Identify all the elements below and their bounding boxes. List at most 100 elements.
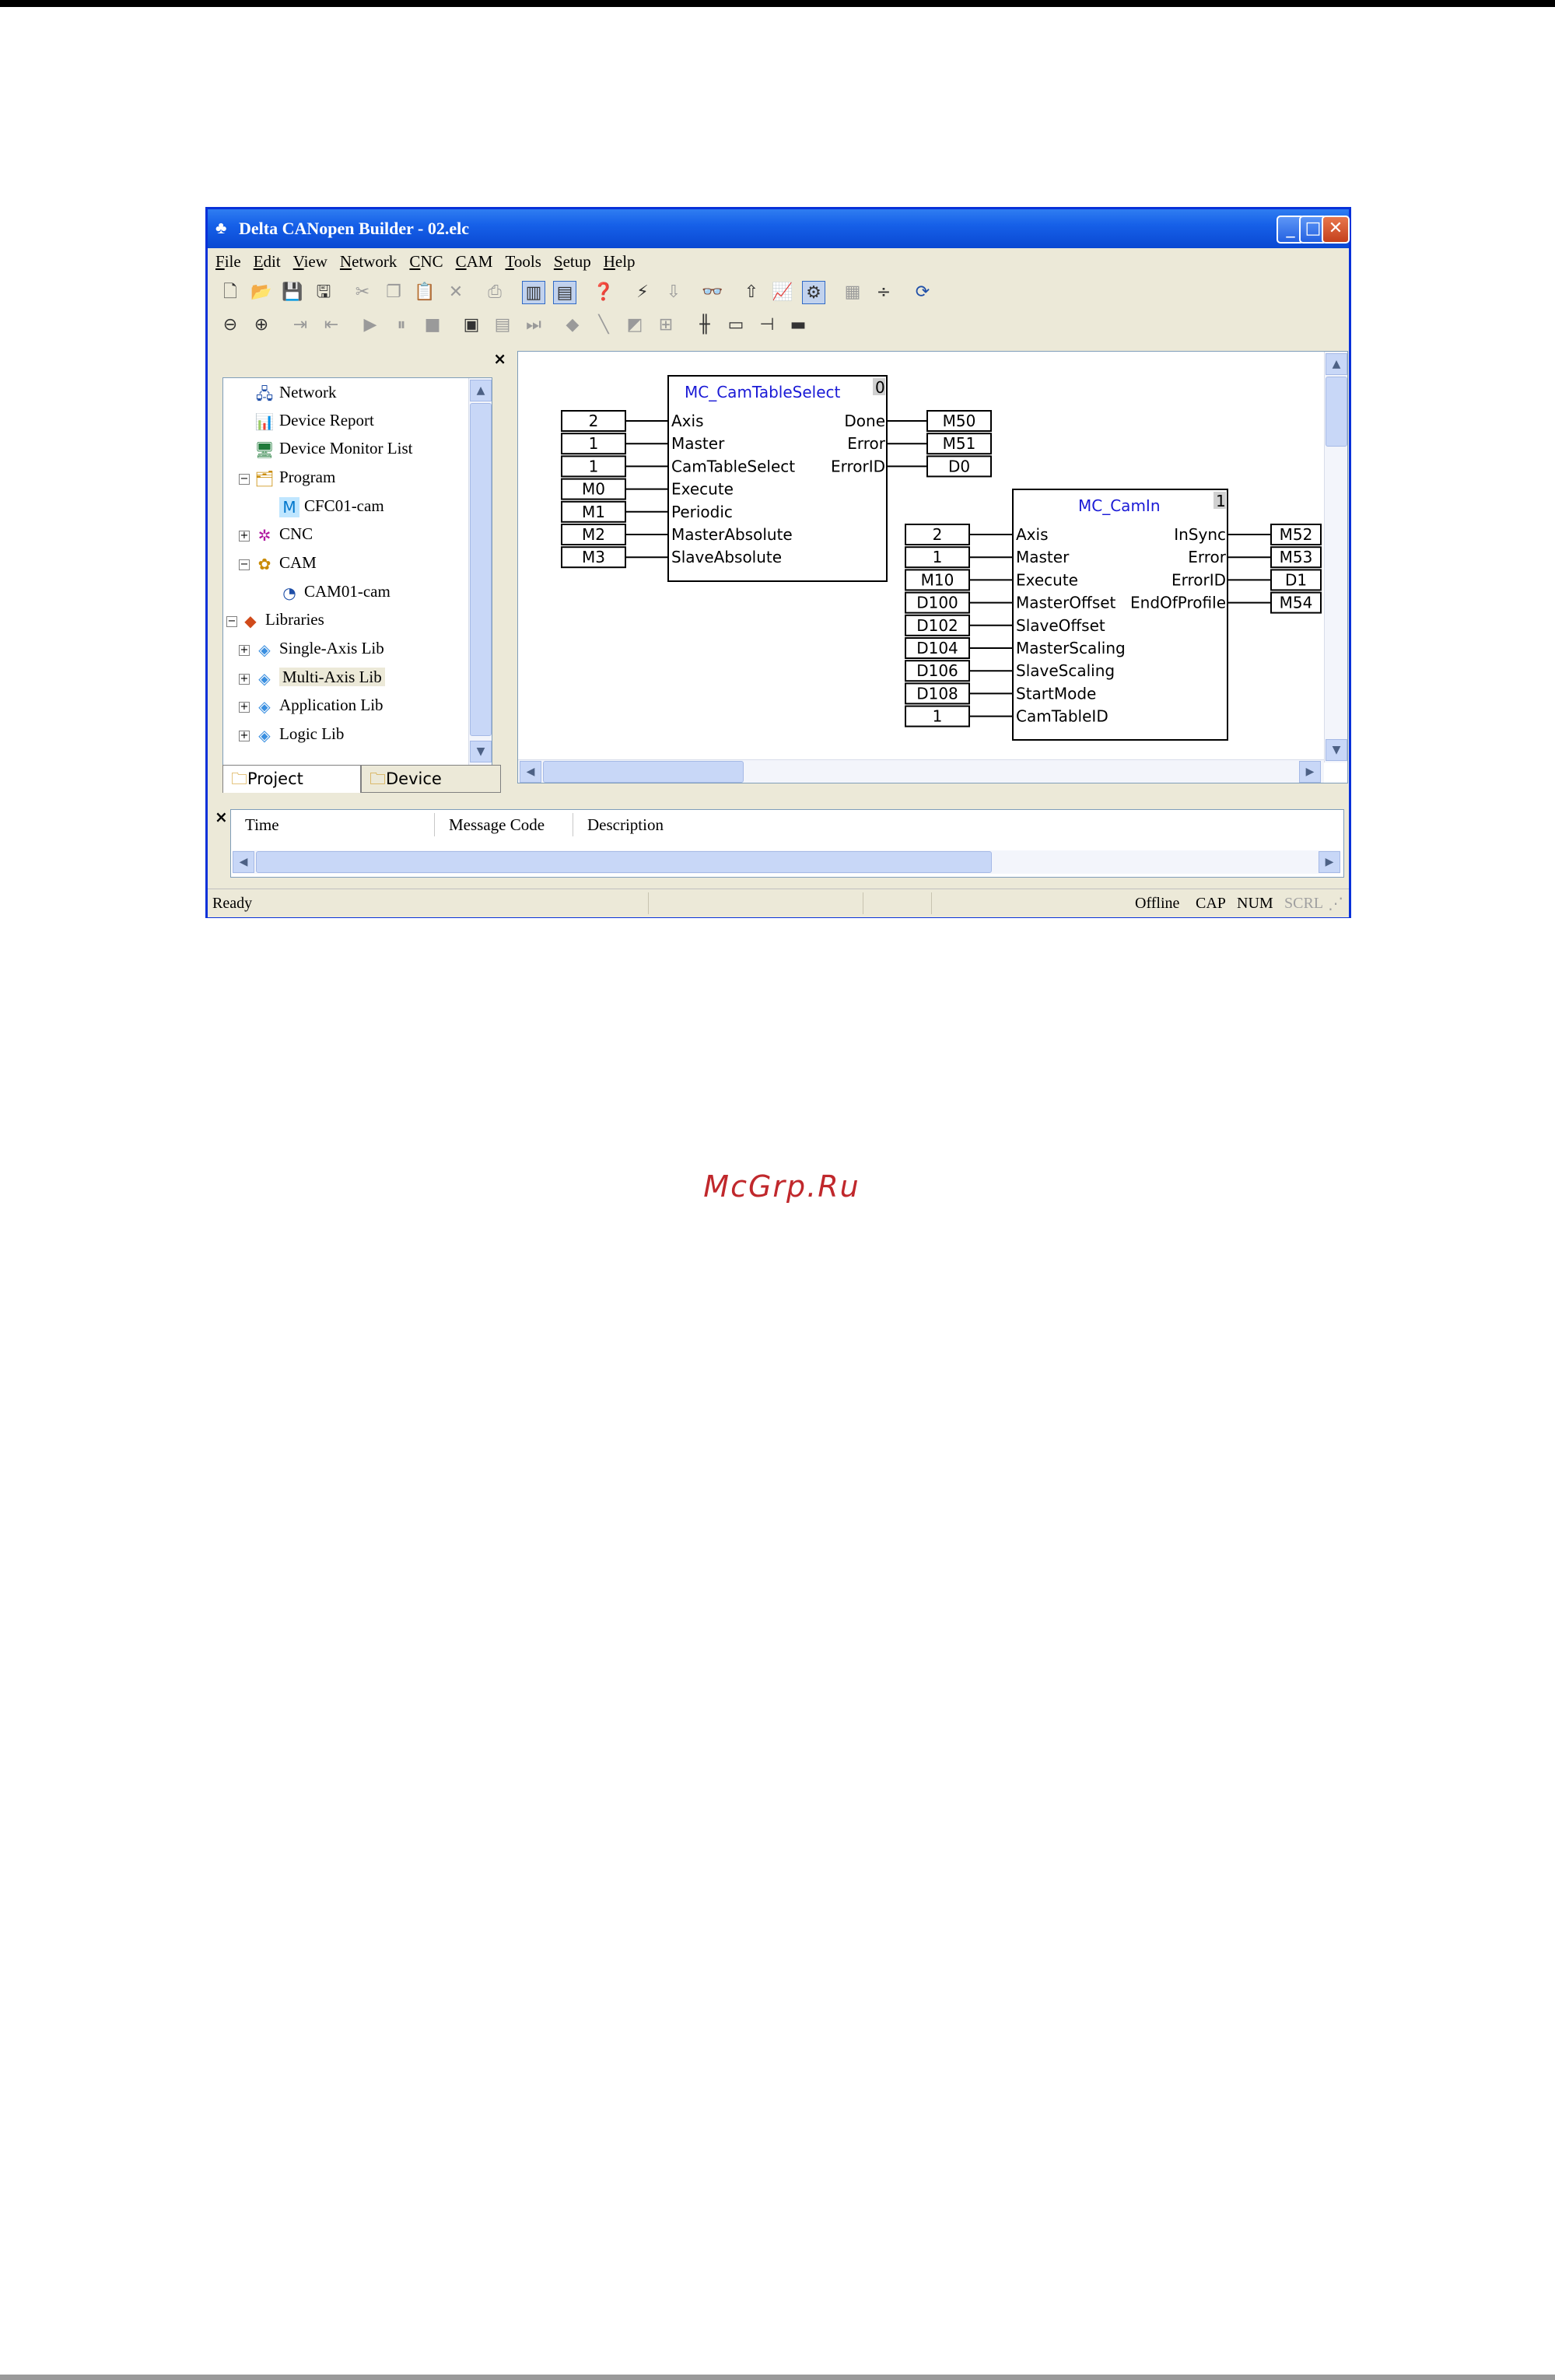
- title-bar[interactable]: ♣ Delta CANopen Builder - 02.elc _ □ ✕: [208, 209, 1350, 248]
- properties-icon[interactable]: ▤: [491, 314, 514, 337]
- tree-scrollbar[interactable]: ▲ ▼: [468, 378, 492, 765]
- tab-project[interactable]: 🗀Project: [222, 765, 361, 793]
- stop-icon[interactable]: ■: [421, 314, 444, 337]
- message-hscroll-thumb[interactable]: [256, 851, 992, 873]
- expander-libraries[interactable]: −: [226, 616, 237, 627]
- tree-item-cam01-cam[interactable]: ◔ CAM01-cam: [279, 580, 391, 603]
- expander-cnc[interactable]: +: [239, 531, 250, 542]
- pause-icon[interactable]: ⏸: [390, 314, 413, 337]
- menu-cnc[interactable]: CNC: [409, 248, 443, 275]
- col-time[interactable]: Time: [231, 813, 435, 836]
- tree-item-application-lib[interactable]: ◈ Application Lib: [254, 693, 383, 717]
- menu-setup[interactable]: Setup: [554, 248, 591, 275]
- curve-icon[interactable]: ◩: [623, 314, 646, 337]
- save-all-icon[interactable]: 🖫: [312, 281, 335, 304]
- tab-device[interactable]: 🗀Device: [361, 765, 501, 793]
- tree-item-single-axis-lib[interactable]: ◈ Single-Axis Lib: [254, 636, 383, 660]
- bottom-rule: [0, 2375, 1555, 2380]
- expander-program[interactable]: −: [239, 474, 250, 485]
- step-out-icon[interactable]: ⇤: [320, 314, 343, 337]
- cut-icon[interactable]: ✂: [351, 281, 374, 304]
- diagram-canvas[interactable]: MC_CamTableSelect 0 Axis 2 Master 1 CamTable…: [517, 351, 1348, 783]
- open-folder-icon[interactable]: 📂: [250, 281, 273, 304]
- menu-tools[interactable]: Tools: [505, 248, 541, 275]
- canvas-scroll-down-icon[interactable]: ▼: [1326, 739, 1347, 761]
- tree-scroll-thumb[interactable]: [470, 403, 492, 736]
- expander-multi-axis[interactable]: +: [239, 674, 250, 685]
- canvas-hscroll-thumb[interactable]: [543, 761, 744, 783]
- copy-icon[interactable]: ❐: [382, 281, 405, 304]
- tree-item-program[interactable]: 🗂 Program: [254, 465, 335, 489]
- canvas-hscrollbar[interactable]: ◀ ▶: [518, 759, 1324, 783]
- connector-c-icon[interactable]: ⊣: [755, 314, 779, 337]
- expander-logic[interactable]: +: [239, 731, 250, 741]
- step-next-icon[interactable]: ⏭: [522, 314, 545, 337]
- expander-cam[interactable]: −: [239, 559, 250, 570]
- menu-view[interactable]: View: [293, 248, 327, 275]
- run-icon[interactable]: ▶: [359, 314, 382, 337]
- tree-item-libraries[interactable]: ◆ Libraries: [240, 608, 324, 631]
- point-icon[interactable]: ◆: [561, 314, 584, 337]
- new-file-icon[interactable]: 🗋: [219, 281, 242, 304]
- layout-panel-icon[interactable]: ▥: [522, 281, 545, 304]
- canvas-scroll-up-icon[interactable]: ▲: [1326, 353, 1347, 375]
- tree-item-cam[interactable]: ✿ CAM: [254, 551, 317, 574]
- paste-icon[interactable]: 📋: [413, 281, 436, 304]
- tree-item-device-monitor-list[interactable]: 🖥 Device Monitor List: [254, 436, 412, 460]
- menu-cam[interactable]: CAM: [456, 248, 493, 275]
- col-message-code[interactable]: Message Code: [435, 813, 573, 836]
- tree-item-cfc01-cam[interactable]: M CFC01-cam: [279, 494, 384, 518]
- print-icon[interactable]: ⎙: [483, 281, 506, 304]
- message-close-icon[interactable]: ×: [215, 808, 228, 826]
- chart-icon[interactable]: 📈: [771, 281, 794, 304]
- tree-item-cnc[interactable]: ✲ CNC: [254, 522, 313, 545]
- grid-icon[interactable]: ⊞: [654, 314, 678, 337]
- canvas-vscrollbar[interactable]: ▲ ▼: [1324, 352, 1347, 762]
- line-icon[interactable]: ╲: [592, 314, 615, 337]
- tree-item-network[interactable]: 🖧 Network: [254, 380, 337, 404]
- insert-block-icon[interactable]: ▣: [460, 314, 483, 337]
- message-scroll-right-icon[interactable]: ▶: [1319, 851, 1340, 873]
- zoom-in-icon[interactable]: ⊕: [250, 314, 273, 337]
- table-icon[interactable]: ▦: [841, 281, 864, 304]
- connector-d-icon[interactable]: ▬: [786, 314, 810, 337]
- upload-icon[interactable]: ⇧: [740, 281, 763, 304]
- connector-b-icon[interactable]: ▭: [724, 314, 748, 337]
- message-panel-icon[interactable]: ▤: [553, 281, 576, 304]
- zoom-out-icon[interactable]: ⊖: [219, 314, 242, 337]
- message-hscrollbar[interactable]: ◀ ▶: [233, 850, 1340, 874]
- tree-item-logic-lib[interactable]: ◈ Logic Lib: [254, 722, 344, 745]
- help-icon[interactable]: ❓: [592, 281, 615, 304]
- monitor-glasses-icon[interactable]: 👓: [701, 281, 724, 304]
- tree-item-multi-axis-lib[interactable]: ◈ Multi-Axis Lib: [254, 665, 385, 689]
- resize-grip-icon[interactable]: ⋰: [1328, 891, 1343, 916]
- close-button[interactable]: ✕: [1322, 216, 1350, 244]
- save-icon[interactable]: 💾: [281, 281, 304, 304]
- menu-help[interactable]: Help: [604, 248, 636, 275]
- monitor-icon: 🖥: [254, 440, 275, 460]
- panel-close-icon[interactable]: ×: [493, 349, 506, 368]
- menu-file[interactable]: File: [215, 248, 241, 275]
- message-scroll-left-icon[interactable]: ◀: [233, 851, 254, 873]
- camtableselect-value: 1: [589, 457, 599, 475]
- connector-a-icon[interactable]: ╫: [693, 314, 716, 337]
- expander-single-axis[interactable]: +: [239, 645, 250, 656]
- canvas-scroll-right-icon[interactable]: ▶: [1299, 761, 1321, 783]
- split-icon[interactable]: ÷: [872, 281, 895, 304]
- step-in-icon[interactable]: ⇥: [289, 314, 312, 337]
- refresh-icon[interactable]: ⟳: [911, 281, 934, 304]
- status-ready: Ready: [212, 895, 253, 912]
- col-description[interactable]: Description: [573, 813, 1342, 836]
- scroll-down-icon[interactable]: ▼: [470, 741, 492, 762]
- canvas-scroll-left-icon[interactable]: ◀: [520, 761, 541, 783]
- delete-icon[interactable]: ✕: [444, 281, 468, 304]
- expander-application[interactable]: +: [239, 702, 250, 713]
- connect-icon[interactable]: ⚡: [631, 281, 654, 304]
- device-icon[interactable]: ⚙: [802, 281, 825, 304]
- menu-network[interactable]: Network: [340, 248, 398, 275]
- scroll-up-icon[interactable]: ▲: [470, 380, 492, 401]
- menu-edit[interactable]: Edit: [254, 248, 281, 275]
- tree-item-device-report[interactable]: 📊 Device Report: [254, 408, 374, 432]
- canvas-vscroll-thumb[interactable]: [1326, 377, 1347, 447]
- download-icon[interactable]: ⇩: [662, 281, 685, 304]
